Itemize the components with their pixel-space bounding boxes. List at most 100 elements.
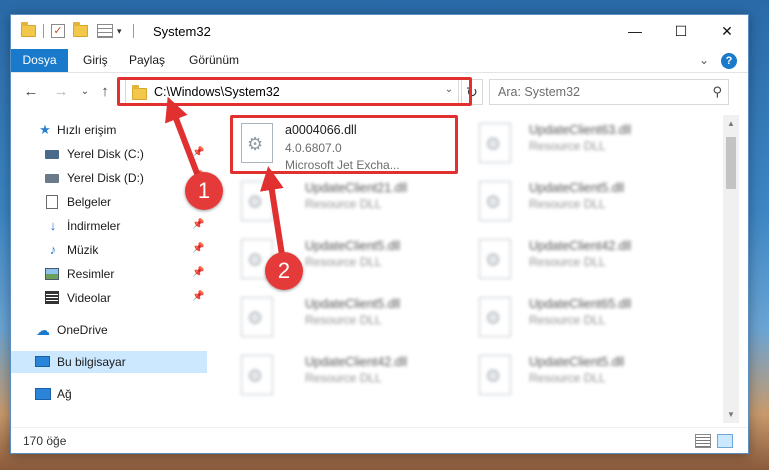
scrollbar-thumb[interactable] xyxy=(726,137,736,189)
sidebar-item-pictures[interactable]: Resimler 📌 xyxy=(11,263,207,285)
navigation-pane: ★ Hızlı erişim Yerel Disk (C:) 📌 Yerel D… xyxy=(11,115,207,423)
scroll-up-arrow-icon[interactable]: ▲ xyxy=(723,119,739,128)
dll-file-icon xyxy=(479,297,511,337)
sidebar-item-videos[interactable]: Videolar 📌 xyxy=(11,287,207,309)
back-arrow-icon[interactable]: ← xyxy=(21,82,41,102)
new-folder-icon[interactable] xyxy=(73,22,88,37)
customize-toolbar-chevron-icon[interactable]: ▾ xyxy=(117,26,122,37)
file-tile[interactable]: UpdateClient5.dll Resource DLL xyxy=(473,351,707,409)
dll-file-icon xyxy=(479,239,511,279)
close-button[interactable]: ✕ xyxy=(704,15,748,47)
toolbar-divider xyxy=(43,24,44,38)
sidebar-item-onedrive[interactable]: ☁ OneDrive xyxy=(11,319,207,341)
pin-icon[interactable]: 📌 xyxy=(192,267,204,278)
file-name: UpdateClient42.dll xyxy=(305,355,408,369)
dll-file-icon xyxy=(241,297,273,337)
minimize-button[interactable]: — xyxy=(612,15,658,47)
address-dropdown-chevron-icon[interactable]: ⌄ xyxy=(442,84,456,95)
sidebar-item-label: Yerel Disk (C:) xyxy=(67,147,144,161)
tab-share[interactable]: Paylaş xyxy=(121,49,173,72)
file-explorer-window: ✓ ▾ System32 — ☐ ✕ Dosya Giriş Paylaş Gö… xyxy=(10,14,749,454)
sidebar-item-label: Resimler xyxy=(67,267,115,281)
view-list-icon[interactable] xyxy=(97,24,113,38)
tab-view[interactable]: Görünüm xyxy=(181,49,247,72)
pin-icon[interactable]: 📌 xyxy=(192,243,204,254)
file-name: UpdateClient5.dll xyxy=(305,239,401,253)
documents-icon xyxy=(46,195,62,209)
pin-icon[interactable]: 📌 xyxy=(192,219,204,230)
sidebar-item-label: İndirmeler xyxy=(67,219,121,233)
drive-icon xyxy=(45,147,61,161)
sidebar-item-quick-access[interactable]: ★ Hızlı erişim xyxy=(11,119,207,141)
quick-access-toolbar xyxy=(21,22,36,39)
file-name: UpdateClient21.dll xyxy=(305,181,408,195)
maximize-button[interactable]: ☐ xyxy=(658,15,704,47)
search-input[interactable]: Ara: System32 ⚲ xyxy=(489,79,729,105)
folder-icon xyxy=(21,22,36,37)
sidebar-item-downloads[interactable]: ↓ İndirmeler 📌 xyxy=(11,215,207,237)
expand-ribbon-chevron-icon[interactable]: ⌄ xyxy=(699,53,709,67)
search-icon[interactable]: ⚲ xyxy=(712,84,722,100)
file-tile[interactable]: UpdateClient21.dll Resource DLL xyxy=(235,177,469,235)
drive-icon xyxy=(45,171,61,185)
sidebar-item-drive-c[interactable]: Yerel Disk (C:) 📌 xyxy=(11,143,207,165)
file-type: Resource DLL xyxy=(529,139,606,153)
file-tile[interactable]: UpdateClient5.dll Resource DLL xyxy=(235,293,469,351)
sidebar-item-label: Müzik xyxy=(67,243,99,257)
search-placeholder[interactable]: Ara: System32 xyxy=(498,85,580,99)
address-bar[interactable]: C:\Windows\System32 ⌄ xyxy=(125,79,459,105)
file-tile[interactable]: UpdateClient65.dll Resource DLL xyxy=(473,293,707,351)
dll-file-icon xyxy=(241,355,273,395)
properties-check-icon[interactable]: ✓ xyxy=(51,24,65,38)
step-badge-1: 1 xyxy=(185,172,223,210)
music-icon: ♪ xyxy=(49,242,57,257)
file-name: UpdateClient42.dll xyxy=(529,239,632,253)
sidebar-item-label: OneDrive xyxy=(57,323,108,337)
details-view-icon[interactable] xyxy=(695,434,711,448)
sidebar-item-this-pc[interactable]: Bu bilgisayar xyxy=(11,351,207,373)
file-type: Resource DLL xyxy=(305,197,382,211)
sidebar-item-label: Bu bilgisayar xyxy=(57,355,126,369)
toolbar-divider xyxy=(133,24,134,38)
forward-arrow-icon[interactable]: → xyxy=(51,82,71,102)
scroll-down-arrow-icon[interactable]: ▼ xyxy=(723,410,739,419)
tab-file[interactable]: Dosya xyxy=(11,49,68,72)
vertical-scrollbar[interactable]: ▲ ▼ xyxy=(723,115,739,423)
pictures-icon xyxy=(45,267,61,281)
file-type: Resource DLL xyxy=(529,371,606,385)
file-name: UpdateClient5.dll xyxy=(529,181,625,195)
file-tile[interactable]: UpdateClient42.dll Resource DLL xyxy=(235,351,469,409)
refresh-button[interactable]: ↻ xyxy=(461,79,483,105)
file-tile[interactable]: UpdateClient5.dll Resource DLL xyxy=(473,177,707,235)
cloud-icon: ☁ xyxy=(36,322,50,338)
step-badge-2: 2 xyxy=(265,252,303,290)
recent-locations-chevron-icon[interactable]: ⌄ xyxy=(75,82,95,102)
download-icon: ↓ xyxy=(49,218,57,233)
dll-file-icon xyxy=(241,181,273,221)
ribbon-tabs: Dosya Giriş Paylaş Görünüm ⌄ ? xyxy=(11,49,748,73)
sidebar-item-label: Yerel Disk (D:) xyxy=(67,171,144,185)
navigation-bar: ← → ⌄ ↑ C:\Windows\System32 ⌄ ↻ Ara: Sys… xyxy=(11,78,748,106)
star-icon: ★ xyxy=(39,122,51,137)
large-icons-view-icon[interactable] xyxy=(717,434,733,448)
tab-home[interactable]: Giriş xyxy=(75,49,116,72)
up-arrow-icon[interactable]: ↑ xyxy=(95,82,115,102)
dll-file-icon xyxy=(241,123,273,163)
file-tile[interactable]: UpdateClient42.dll Resource DLL xyxy=(473,235,707,293)
help-icon[interactable]: ? xyxy=(721,53,737,69)
file-name: a0004066.dll xyxy=(285,123,357,137)
file-type: Resource DLL xyxy=(529,197,606,211)
sidebar-item-label: Ağ xyxy=(57,387,72,401)
window-title: System32 xyxy=(153,24,211,39)
sidebar-item-music[interactable]: ♪ Müzik 📌 xyxy=(11,239,207,261)
sidebar-item-network[interactable]: Ağ xyxy=(11,383,207,405)
file-name: UpdateClient5.dll xyxy=(305,297,401,311)
status-bar: 170 öğe xyxy=(11,427,748,453)
pin-icon[interactable]: 📌 xyxy=(192,147,204,158)
address-path[interactable]: C:\Windows\System32 xyxy=(154,85,280,99)
file-tile[interactable]: UpdateClient63.dll Resource DLL xyxy=(473,119,707,177)
pin-icon[interactable]: 📌 xyxy=(192,291,204,302)
file-tile-highlighted[interactable]: a0004066.dll 4.0.6807.0 Microsoft Jet Ex… xyxy=(235,119,469,177)
sidebar-item-drive-d[interactable]: Yerel Disk (D:) 📌 xyxy=(11,167,207,189)
sidebar-item-documents[interactable]: Belgeler 📌 xyxy=(11,191,207,213)
